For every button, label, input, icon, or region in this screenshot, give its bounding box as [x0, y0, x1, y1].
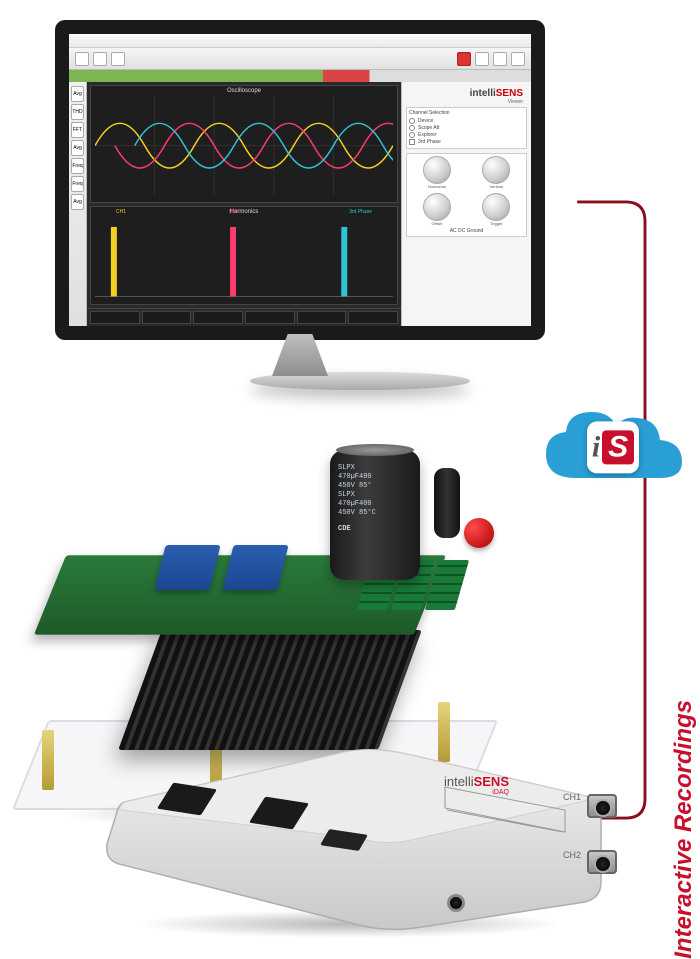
harmonics-panel: Harmonics CH1 CH2 3rd Phase	[90, 206, 398, 305]
dc-power-jack	[447, 894, 465, 912]
app-toolbar	[69, 48, 531, 70]
radio-option[interactable]: Device	[409, 118, 524, 124]
rail-button[interactable]: THD	[71, 104, 84, 120]
cap-line: SLPX	[338, 491, 412, 500]
connector-bracket	[574, 200, 654, 820]
coupling-row: AC DC Ground	[409, 228, 524, 234]
waveform-plot	[95, 96, 393, 195]
section-title: Channel Selection	[409, 110, 524, 116]
oscilloscope-title: Oscilloscope	[227, 88, 261, 94]
badge-s: S	[602, 430, 634, 464]
daq-ch2-label: CH2	[563, 850, 581, 860]
checkbox-option[interactable]: 3rd Phase	[409, 139, 524, 145]
daq-brand-prefix: intelli	[444, 774, 474, 789]
ch1-label: CH1	[116, 209, 126, 215]
daq-ch1-label: CH1	[563, 792, 581, 802]
electrolytic-capacitor: SLPX 470µF400 450V 85° SLPX 470µF400 450…	[330, 450, 420, 580]
cap-brand: CDE	[338, 525, 412, 534]
rail-button[interactable]: Avg	[71, 140, 84, 156]
brand-subtitle: Viewer	[410, 99, 523, 105]
viewer-app-window: Avg THD FFT Avg Freq Freq Avg Oscillosco…	[69, 34, 531, 326]
toolbar-button[interactable]	[93, 52, 107, 66]
desktop-monitor: Avg THD FFT Avg Freq Freq Avg Oscillosco…	[55, 20, 545, 404]
radio-icon	[409, 132, 415, 138]
status-strip	[87, 308, 401, 326]
vertical-knob[interactable]	[482, 156, 510, 184]
ch2-label: CH2	[229, 209, 239, 215]
cap-line: 450V 85°	[338, 482, 412, 491]
status-cell	[90, 311, 140, 324]
charts-column: Oscilloscope H	[87, 82, 401, 326]
cap-line: 450V 85°C	[338, 509, 412, 518]
daq-brand-suffix: SENS	[474, 774, 509, 789]
rail-button[interactable]: Avg	[71, 194, 84, 210]
daq-brand-label: intelliSENS iDAQ	[444, 774, 509, 796]
brand-suffix: SENS	[496, 88, 523, 99]
monitor-stand	[250, 334, 350, 404]
progress-ribbon	[69, 70, 531, 82]
toolbar-button[interactable]	[111, 52, 125, 66]
radio-icon	[409, 118, 415, 124]
cap-line: SLPX	[338, 464, 412, 473]
rail-button[interactable]: Freq	[71, 176, 84, 192]
radio-icon	[409, 125, 415, 131]
toolbar-button[interactable]	[75, 52, 89, 66]
trigger-knob[interactable]	[482, 193, 510, 221]
bnc-connector-ch1	[587, 794, 617, 818]
status-cell	[297, 311, 347, 324]
brand-logo: intelliSENS Viewer	[406, 86, 527, 107]
checkbox-icon	[409, 139, 415, 145]
channel-selection-section: Channel Selection Device Scope Att Explo…	[406, 107, 527, 149]
radio-option[interactable]: Scope Att	[409, 125, 524, 131]
emergency-stop-button	[464, 518, 494, 548]
knobs-section: Horizontal Vertical Offset Trigger AC DC…	[406, 153, 527, 237]
left-tool-rail: Avg THD FFT Avg Freq Freq Avg	[69, 82, 87, 326]
blue-capacitor-block	[154, 545, 220, 590]
status-cell	[193, 311, 243, 324]
status-cell	[348, 311, 398, 324]
rail-button[interactable]: FFT	[71, 122, 84, 138]
controls-panel: intelliSENS Viewer Channel Selection Dev…	[401, 82, 531, 326]
monitor-screen: Avg THD FFT Avg Freq Freq Avg Oscillosco…	[55, 20, 545, 340]
toolbar-button[interactable]	[511, 52, 525, 66]
toolbar-button[interactable]	[493, 52, 507, 66]
interactive-recordings-label: Interactive Recordings	[670, 700, 698, 959]
oscilloscope-panel: Oscilloscope	[90, 85, 398, 203]
status-cell	[245, 311, 295, 324]
app-main-area: Avg THD FFT Avg Freq Freq Avg Oscillosco…	[69, 82, 531, 326]
harmonics-plot	[95, 219, 393, 298]
offset-knob[interactable]	[423, 193, 451, 221]
status-cell	[142, 311, 192, 324]
rail-button[interactable]: Freq	[71, 158, 84, 174]
record-button[interactable]	[457, 52, 471, 66]
cap-line: 470µF400	[338, 473, 412, 482]
ch3-label: 3rd Phase	[349, 209, 372, 215]
toolbar-button[interactable]	[475, 52, 489, 66]
rail-button[interactable]: Avg	[71, 86, 84, 102]
daq-sublabel: iDAQ	[444, 789, 509, 796]
daq-device: intelliSENS iDAQ CH1 CH2	[95, 732, 605, 932]
radio-option[interactable]: Explorer	[409, 132, 524, 138]
cloud-icon: iS	[538, 400, 688, 500]
badge-i: i	[592, 430, 600, 464]
brass-standoff	[42, 730, 54, 790]
bnc-connector-ch2	[587, 850, 617, 874]
small-capacitor	[434, 468, 460, 538]
app-menubar	[69, 34, 531, 48]
blue-capacitor-block	[222, 545, 288, 590]
brand-prefix: intelli	[470, 88, 496, 99]
cloud-badge: iS	[587, 421, 639, 473]
horizontal-knob[interactable]	[423, 156, 451, 184]
